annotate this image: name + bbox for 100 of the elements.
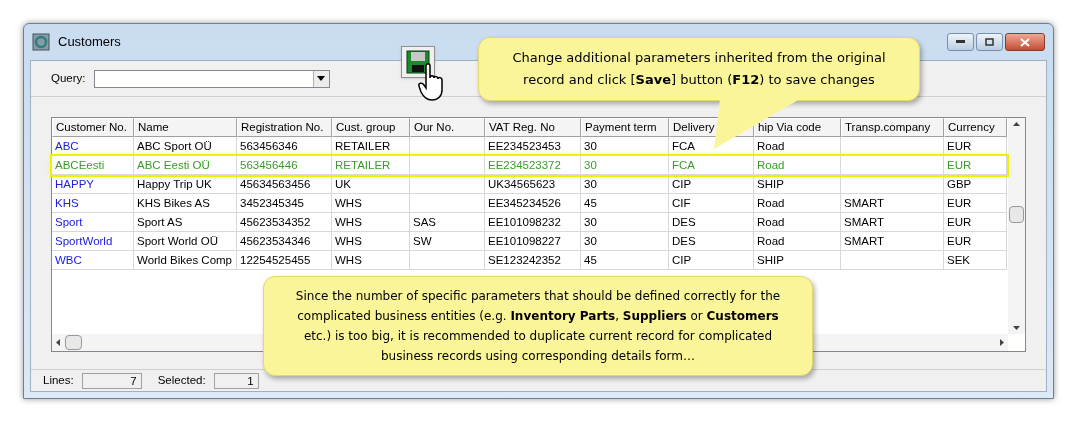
table-cell: Road: [754, 232, 841, 251]
column-header[interactable]: hip Via code: [754, 118, 841, 137]
table-cell: ABC: [52, 137, 134, 156]
table-cell: EE234523453: [485, 137, 581, 156]
table-cell: WHS: [332, 251, 410, 270]
table-cell: EE234523372: [485, 156, 581, 175]
column-header[interactable]: Currency: [944, 118, 1007, 137]
table-cell: SMART: [841, 194, 944, 213]
table-cell: 45: [581, 194, 669, 213]
scrollbar-thumb[interactable]: [1009, 206, 1024, 223]
maximize-button[interactable]: [976, 33, 1003, 51]
horizontal-scrollbar-thumb[interactable]: [65, 335, 82, 350]
table-cell: SMART: [841, 232, 944, 251]
restore-icon: [985, 38, 994, 46]
scroll-up-icon[interactable]: [1013, 122, 1020, 126]
query-label: Query:: [51, 70, 86, 86]
table-cell: WHS: [332, 213, 410, 232]
scroll-right-icon[interactable]: [1000, 339, 1004, 346]
table-row[interactable]: Sport Sport AS 45623534352 WHS SAS EE101098232 30 DES Road SMART EUR: [52, 213, 1007, 232]
table-cell: Sport World OÜ: [134, 232, 237, 251]
table-cell: EE345234526: [485, 194, 581, 213]
column-header[interactable]: Our No.: [410, 118, 485, 137]
table-cell: UK: [332, 175, 410, 194]
column-header[interactable]: Cust. group: [332, 118, 410, 137]
save-button[interactable]: [401, 46, 435, 78]
table-row[interactable]: SportWorld Sport World OÜ 45623534346 WHS SW EE101098227 30 DES Road SMART EUR: [52, 232, 1007, 251]
table-cell: Road: [754, 156, 841, 175]
table-cell: 45: [581, 251, 669, 270]
table-cell: HAPPY: [52, 175, 134, 194]
table-cell: 30: [581, 175, 669, 194]
table-cell: 3452345345: [237, 194, 332, 213]
table-cell: EUR: [944, 232, 1007, 251]
table-cell: WHS: [332, 232, 410, 251]
query-dropdown[interactable]: [93, 69, 330, 88]
table-cell: 45623534346: [237, 232, 332, 251]
table-cell: Sport AS: [134, 213, 237, 232]
table-cell: ABCEesti: [52, 156, 134, 175]
column-header[interactable]: Transp.company: [841, 118, 944, 137]
app-icon: [32, 33, 50, 51]
scroll-left-icon[interactable]: [56, 339, 60, 346]
table-cell: SHIP: [754, 175, 841, 194]
table-cell: Road: [754, 137, 841, 156]
table-cell: 30: [581, 137, 669, 156]
table-cell: UK34565623: [485, 175, 581, 194]
table-cell: ABC Sport OÜ: [134, 137, 237, 156]
table-cell: SMART: [841, 213, 944, 232]
minimize-icon: [956, 40, 965, 44]
lines-count: 7: [81, 372, 142, 389]
column-header[interactable]: Payment term: [581, 118, 669, 137]
close-button[interactable]: [1005, 33, 1045, 51]
table-cell: SAS: [410, 213, 485, 232]
table-cell: Happy Trip UK: [134, 175, 237, 194]
selected-count: 1: [213, 372, 259, 389]
table-cell: 45623534352: [237, 213, 332, 232]
column-header[interactable]: Registration No.: [237, 118, 332, 137]
table-cell: 45634563456: [237, 175, 332, 194]
table-cell: EUR: [944, 194, 1007, 213]
table-cell: Sport: [52, 213, 134, 232]
table-cell: SW: [410, 232, 485, 251]
table-cell: FCA: [669, 156, 754, 175]
close-icon: [1020, 37, 1030, 47]
selected-label: Selected:: [157, 372, 206, 388]
table-cell: WBC: [52, 251, 134, 270]
table-cell: 30: [581, 213, 669, 232]
minimize-button[interactable]: [947, 33, 974, 51]
table-cell: EE101098227: [485, 232, 581, 251]
table-cell: 30: [581, 232, 669, 251]
table-cell: 563456346: [237, 137, 332, 156]
column-header[interactable]: VAT Reg. No: [485, 118, 581, 137]
callout-text: Since the number of specific parameters that should be defined correctly for the complicated business entities (e.g. Inventory Parts, Suppliers or Customers etc.) is too big, it is recommended to duplicate current record for complicated business records using corresponding details form…: [294, 288, 782, 365]
table-cell: DES: [669, 213, 754, 232]
table-cell: SEK: [944, 251, 1007, 270]
scroll-down-icon[interactable]: [1013, 326, 1020, 330]
table-cell: CIP: [669, 175, 754, 194]
table-cell: EE101098232: [485, 213, 581, 232]
table-cell: CIP: [669, 251, 754, 270]
table-cell: SE123242352: [485, 251, 581, 270]
window-title: Customers: [58, 33, 121, 52]
lines-label: Lines:: [43, 372, 74, 388]
table-cell: SHIP: [754, 251, 841, 270]
table-row[interactable]: HAPPY Happy Trip UK 45634563456 UK UK34565623 30 CIP SHIP GBP: [52, 175, 1007, 194]
table-cell: KHS Bikes AS: [134, 194, 237, 213]
table-cell: KHS: [52, 194, 134, 213]
table-cell: EUR: [944, 213, 1007, 232]
table-cell: DES: [669, 232, 754, 251]
column-header[interactable]: Customer No.: [52, 118, 134, 137]
table-cell: Road: [754, 213, 841, 232]
table-cell: World Bikes Comp: [134, 251, 237, 270]
callout-text: Change additional parameters inherited from the original record and click [Save] button (F12) to save changes: [511, 49, 887, 89]
dropdown-arrow-icon: [317, 76, 325, 81]
table-cell: 563456446: [237, 156, 332, 175]
table-cell: Road: [754, 194, 841, 213]
table-cell: 30: [581, 156, 669, 175]
table-cell: EUR: [944, 137, 1007, 156]
table-cell: SportWorld: [52, 232, 134, 251]
table-row[interactable]: ABCEesti ABC Eesti OÜ 563456446 RETAILER EE234523372 30 FCA Road EUR: [52, 156, 1007, 175]
column-header[interactable]: Name: [134, 118, 237, 137]
table-row[interactable]: KHS KHS Bikes AS 3452345345 WHS EE345234526 45 CIF Road SMART EUR: [52, 194, 1007, 213]
table-row[interactable]: WBC World Bikes Comp 12254525455 WHS SE123242352 45 CIP SHIP SEK: [52, 251, 1007, 270]
table-cell: CIF: [669, 194, 754, 213]
